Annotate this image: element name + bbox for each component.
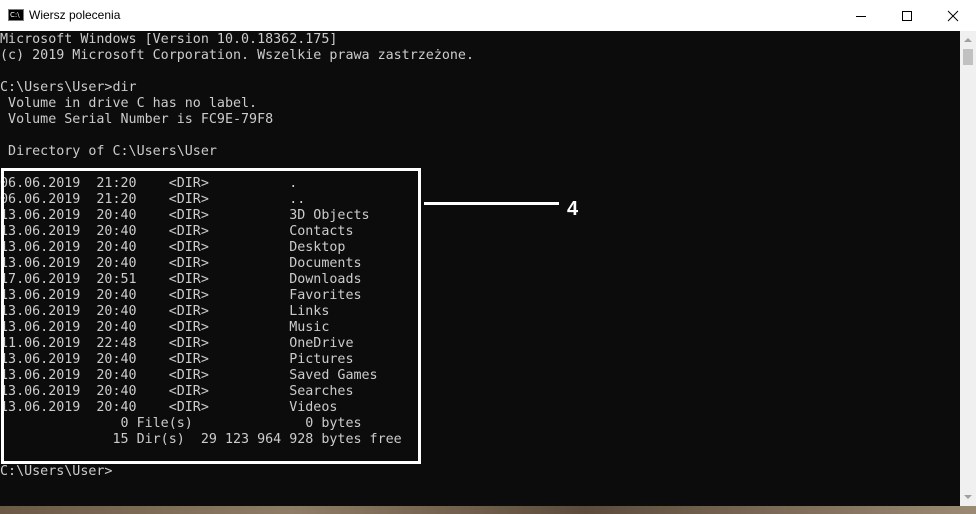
command-prompt-icon: C:\: [8, 9, 24, 21]
console-line: (c) 2019 Microsoft Corporation. Wszelkie…: [0, 48, 474, 63]
desktop-background-strip: [0, 506, 976, 514]
callout-number: 4: [567, 198, 579, 220]
callout-line: [424, 202, 559, 205]
maximize-icon: [902, 11, 912, 21]
maximize-button[interactable]: [884, 0, 930, 31]
console-line: C:\Users\User>: [0, 464, 113, 479]
scroll-thumb[interactable]: [963, 49, 973, 65]
close-icon: [947, 10, 959, 22]
window-title: Wiersz polecenia: [29, 8, 121, 22]
close-button[interactable]: [930, 0, 976, 31]
console-line: Microsoft Windows [Version 10.0.18362.17…: [0, 32, 338, 47]
console-line: C:\Users\User>dir: [0, 80, 137, 95]
highlight-box: [1, 168, 421, 464]
console-line: Volume Serial Number is FC9E-79F8: [0, 112, 274, 127]
scroll-up-arrow-icon[interactable]: [964, 37, 972, 43]
minimize-icon: [856, 16, 866, 17]
minimize-button[interactable]: [838, 0, 884, 31]
console-line: Directory of C:\Users\User: [0, 144, 217, 159]
console-line: Volume in drive C has no label.: [0, 96, 258, 111]
vertical-scrollbar[interactable]: [960, 31, 976, 506]
scroll-down-arrow-icon[interactable]: [964, 494, 972, 500]
title-bar[interactable]: C:\ Wiersz polecenia: [0, 0, 976, 32]
